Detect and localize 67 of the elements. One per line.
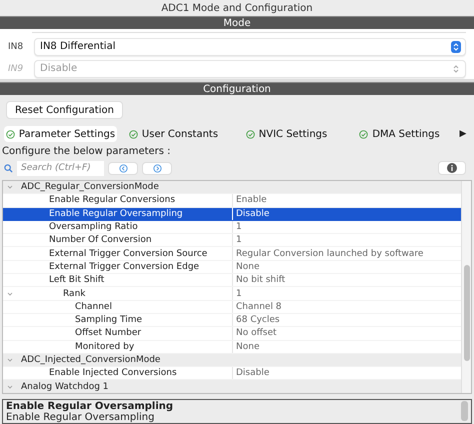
instruction-text: Configure the below parameters : (1, 145, 172, 159)
left-arrow-icon (118, 164, 128, 172)
property-row[interactable]: External Trigger Conversion Edge None (3, 260, 461, 274)
property-name: Enable Regular Oversampling (49, 208, 183, 219)
tree-group-row[interactable]: Analog Watchdog 1 (3, 380, 461, 393)
property-row[interactable]: Oversampling Ratio 1 (3, 220, 461, 234)
previous-button[interactable] (108, 162, 138, 174)
mode-header: Mode (0, 16, 474, 29)
property-row[interactable]: Left Bit Shift No bit shift (3, 274, 461, 288)
configuration-header: Configuration (0, 82, 474, 95)
property-row[interactable]: External Trigger Conversion Source Regular Conversion launched by software (3, 247, 461, 261)
dropdown[interactable]: IN8 Differential (34, 38, 466, 56)
property-name: External Trigger Conversion Edge (49, 262, 200, 272)
check-circle-icon (6, 130, 15, 138)
property-row[interactable]: Rank 1 (3, 287, 461, 301)
property-name: Enable Injected Conversions (49, 368, 177, 378)
search-field[interactable]: Search (Ctrl+F) (17, 160, 104, 176)
description-text: Enable Regular Oversampling (6, 412, 156, 423)
property-name: Channel (75, 302, 112, 312)
next-button[interactable] (142, 162, 172, 174)
scrollbar-thumb[interactable] (461, 401, 468, 421)
chevron-icon[interactable] (7, 357, 13, 363)
property-row[interactable]: Enable Regular Conversions Enable (3, 194, 461, 208)
stepper-icon (451, 62, 461, 74)
tab[interactable]: DMA Settings (343, 126, 456, 142)
property-row[interactable]: Offset Number No offset (3, 327, 461, 341)
tree-group-row[interactable]: ADC_Regular_ConversionMode (3, 181, 461, 194)
scrollbar-thumb[interactable] (464, 265, 470, 361)
chevron-icon[interactable] (7, 384, 13, 390)
tab[interactable]: Parameter Settings (4, 126, 117, 142)
property-name: Offset Number (75, 328, 142, 338)
tabs-more-arrow[interactable]: ▶ (456, 129, 470, 139)
property-name: External Trigger Conversion Source (49, 248, 208, 259)
property-row[interactable]: Sampling Time 68 Cycles (3, 314, 461, 328)
check-circle-icon (246, 130, 255, 138)
property-row[interactable]: Monitored by None (3, 340, 461, 354)
property-row[interactable]: Enable Regular Oversampling Disable (3, 208, 461, 221)
property-row[interactable]: Number Of Conversion 1 (3, 234, 461, 248)
info-button[interactable] (438, 161, 466, 175)
stepper-icon (451, 40, 461, 52)
property-name: Monitored by (75, 342, 134, 352)
tab[interactable]: User Constants (117, 126, 230, 142)
field-label: IN8 (8, 42, 24, 52)
property-row[interactable]: Enable Injected Conversions Disable (3, 367, 461, 380)
tab[interactable]: NVIC Settings (230, 126, 343, 142)
property-name: Enable Regular Conversions (49, 195, 176, 206)
search-icon (4, 164, 13, 172)
property-name: Sampling Time (75, 315, 142, 326)
chevron-icon[interactable] (7, 184, 13, 190)
property-name: Left Bit Shift (49, 275, 104, 286)
chevron-icon[interactable] (7, 290, 13, 297)
check-circle-icon (128, 130, 138, 138)
info-icon (447, 163, 457, 173)
property-row[interactable]: Channel Channel 8 (3, 300, 461, 314)
group-name: ADC_Injected_ConversionMode (21, 355, 160, 365)
description-title: Enable Regular Oversampling (6, 401, 174, 412)
property-name: Rank (63, 288, 86, 299)
right-arrow-icon (152, 164, 162, 172)
group-name: Analog Watchdog 1 (21, 382, 108, 392)
property-name: Number Of Conversion (49, 235, 152, 246)
tree-group-row[interactable]: ADC_Injected_ConversionMode (3, 354, 461, 368)
reset-button[interactable]: Reset Configuration (6, 101, 123, 119)
group-name: ADC_Regular_ConversionMode (21, 182, 159, 192)
field-label: IN9 (8, 64, 24, 74)
check-circle-icon (359, 130, 368, 138)
window-title: ADC1 Mode and Configuration (160, 2, 314, 16)
property-name: Oversampling Ratio (49, 222, 138, 232)
